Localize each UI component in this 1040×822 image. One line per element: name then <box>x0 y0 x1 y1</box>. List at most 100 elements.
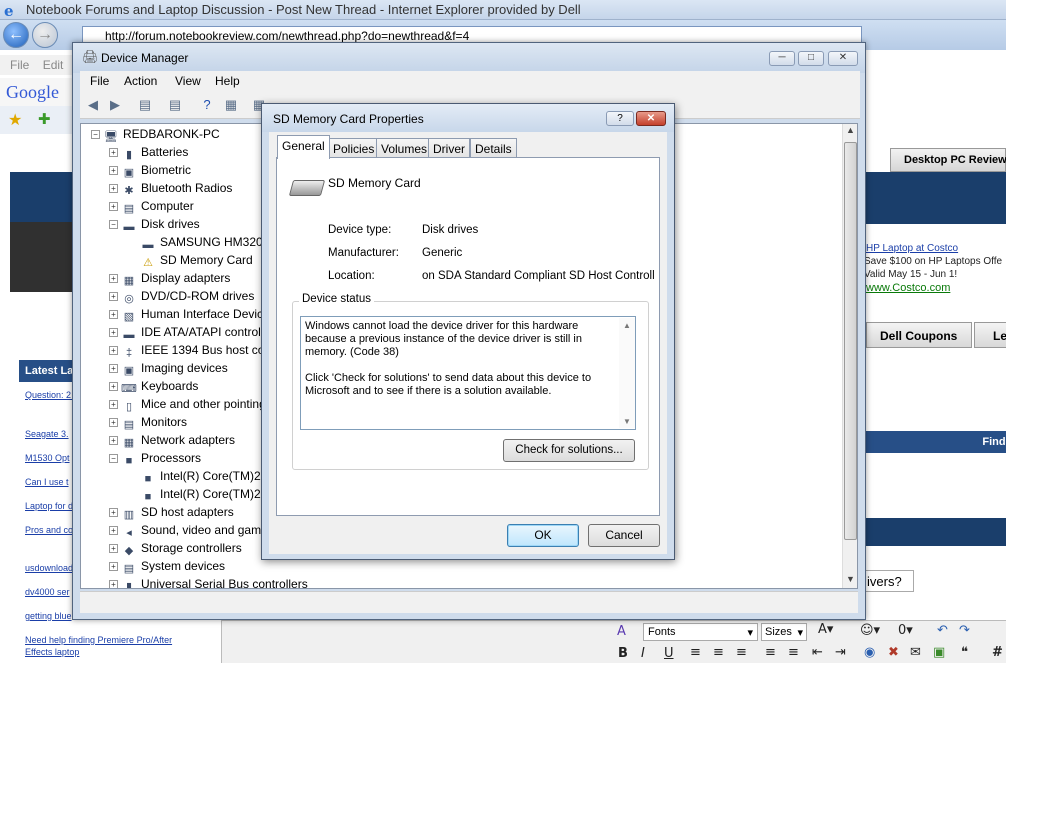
tree-category-item[interactable]: ■ Processors <box>121 450 201 467</box>
add-favorite-icon[interactable]: ✚ <box>38 110 51 128</box>
dialog-close-icon[interactable]: ✕ <box>636 111 666 126</box>
expand-toggle[interactable]: + <box>109 292 118 301</box>
collapse-toggle[interactable]: − <box>109 454 118 463</box>
tree-category-item[interactable]: ▮ Universal Serial Bus controllers <box>121 576 308 588</box>
expand-toggle[interactable]: + <box>109 202 118 211</box>
email-icon[interactable]: ✉ <box>910 645 921 660</box>
tree-root[interactable]: 🖥 REDBARONK-PC <box>103 126 220 143</box>
menu-file[interactable]: File <box>90 74 109 88</box>
tab-driver[interactable]: Driver <box>428 138 470 158</box>
tree-category-item[interactable]: ▮ Batteries <box>121 144 188 161</box>
tab-le[interactable]: Le <box>974 322 1006 348</box>
ad-url-link[interactable]: www.Costco.com <box>866 282 950 294</box>
ad-title-link[interactable]: HP Laptop at Costco <box>866 243 958 254</box>
dialog-help-button[interactable]: ? <box>606 111 634 126</box>
expand-toggle[interactable]: + <box>109 526 118 535</box>
expand-toggle[interactable]: + <box>109 364 118 373</box>
vertical-scrollbar[interactable]: ▲ ▼ <box>842 124 857 588</box>
tree-category-item[interactable]: ▤ Computer <box>121 198 194 215</box>
expand-toggle[interactable]: + <box>109 310 118 319</box>
expand-toggle[interactable]: + <box>109 436 118 445</box>
expand-toggle[interactable]: + <box>109 544 118 553</box>
outdent-icon[interactable]: ⇤ <box>812 645 823 660</box>
font-color-icon[interactable]: A▾ <box>818 622 833 637</box>
tree-category-item[interactable]: ▣ Imaging devices <box>121 360 228 377</box>
tree-category-item[interactable]: ✱ Bluetooth Radios <box>121 180 232 197</box>
expand-toggle[interactable]: + <box>109 562 118 571</box>
menu-view[interactable]: View <box>175 74 201 88</box>
browser-menu-edit[interactable]: Edit <box>43 58 64 72</box>
properties-icon[interactable]: ▤ <box>167 97 183 113</box>
quote-icon[interactable]: ❝ <box>961 645 968 660</box>
expand-toggle[interactable]: + <box>109 400 118 409</box>
scroll-up-icon[interactable]: ▲ <box>623 319 631 332</box>
expand-toggle[interactable]: + <box>109 184 118 193</box>
redo-icon[interactable]: ↷ <box>959 623 970 638</box>
remove-format-icon[interactable]: A <box>617 624 626 639</box>
tab-policies[interactable]: Policies <box>328 138 380 158</box>
undo-icon[interactable]: ↶ <box>937 623 948 638</box>
show-hide-tree-icon[interactable]: ▤ <box>137 97 153 113</box>
browser-menu-file[interactable]: File <box>10 58 29 72</box>
expand-toggle[interactable]: + <box>109 580 118 588</box>
tree-device-item[interactable]: ▬ SAMSUNG HM320JI <box>140 234 273 251</box>
ok-button[interactable]: OK <box>507 524 579 547</box>
tree-category-item[interactable]: ▬ IDE ATA/ATAPI controllers <box>121 324 281 341</box>
action-pane-icon[interactable]: ▦ <box>223 97 239 113</box>
link-icon[interactable]: ◉ <box>864 645 875 660</box>
tree-category-item[interactable]: ◆ Storage controllers <box>121 540 242 557</box>
expand-toggle[interactable]: + <box>109 148 118 157</box>
back-arrow-icon[interactable]: ◀ <box>85 97 101 113</box>
tree-category-item[interactable]: ▬ Disk drives <box>121 216 200 233</box>
align-left-icon[interactable]: ≡ <box>690 645 701 660</box>
menu-action[interactable]: Action <box>124 74 157 88</box>
forward-icon[interactable]: → <box>32 22 58 48</box>
help-icon[interactable]: ? <box>199 97 215 113</box>
align-right-icon[interactable]: ≡ <box>736 645 747 660</box>
numbered-list-icon[interactable]: ≡ <box>765 645 776 660</box>
attach-icon[interactable]: 0▾ <box>898 623 913 638</box>
minimize-icon[interactable]: ─ <box>769 51 795 66</box>
italic-icon[interactable]: I <box>641 646 645 661</box>
tab-volumes[interactable]: Volumes <box>376 138 433 158</box>
tree-category-item[interactable]: ▦ Network adapters <box>121 432 235 449</box>
tree-category-item[interactable]: ▦ Display adapters <box>121 270 231 287</box>
unlink-icon[interactable]: ✖ <box>888 645 899 660</box>
collapse-toggle[interactable]: − <box>109 220 118 229</box>
expand-toggle[interactable]: + <box>109 328 118 337</box>
indent-icon[interactable]: ⇥ <box>835 645 846 660</box>
scroll-down-icon[interactable]: ▼ <box>623 415 631 428</box>
close-icon[interactable]: ✕ <box>828 51 858 66</box>
scroll-thumb[interactable] <box>844 142 857 540</box>
favorites-star-icon[interactable]: ★ <box>8 110 22 130</box>
expand-toggle[interactable]: + <box>109 274 118 283</box>
tree-category-item[interactable]: ▤ System devices <box>121 558 225 575</box>
tab-dell-coupons[interactable]: Dell Coupons <box>866 322 972 348</box>
tree-category-item[interactable]: ◎ DVD/CD-ROM drives <box>121 288 254 305</box>
scroll-down-icon[interactable]: ▼ <box>846 574 855 584</box>
image-icon[interactable]: ▣ <box>933 645 945 660</box>
tree-category-item[interactable]: ▤ Monitors <box>121 414 187 431</box>
tree-category-item[interactable]: ⌨ Keyboards <box>121 378 198 395</box>
expand-toggle[interactable]: + <box>109 346 118 355</box>
bold-icon[interactable]: B <box>618 646 628 661</box>
thread-title-field[interactable]: ivers? <box>864 570 914 592</box>
tree-device-item[interactable]: ⚠ SD Memory Card <box>140 252 253 269</box>
forum-link[interactable]: Need help finding Premiere Pro/After Eff… <box>25 634 195 658</box>
collapse-toggle[interactable]: − <box>91 130 100 139</box>
tree-category-item[interactable]: ▥ SD host adapters <box>121 504 234 521</box>
back-icon[interactable]: ← <box>3 22 29 48</box>
expand-toggle[interactable]: + <box>109 382 118 391</box>
tree-category-item[interactable]: ▣ Biometric <box>121 162 191 179</box>
expand-toggle[interactable]: + <box>109 508 118 517</box>
maximize-icon[interactable]: □ <box>798 51 824 66</box>
tree-device-item[interactable]: ■ Intel(R) Core(TM)2 <box>140 486 261 503</box>
scroll-up-icon[interactable]: ▲ <box>846 125 855 135</box>
tree-device-item[interactable]: ■ Intel(R) Core(TM)2 <box>140 468 261 485</box>
check-for-solutions-button[interactable]: Check for solutions... <box>503 439 635 462</box>
expand-toggle[interactable]: + <box>109 418 118 427</box>
hash-icon[interactable]: # <box>992 645 1003 660</box>
sizes-select[interactable]: Sizes ▾ <box>761 623 807 641</box>
menu-help[interactable]: Help <box>215 74 240 88</box>
bullet-list-icon[interactable]: ≡ <box>788 645 799 660</box>
